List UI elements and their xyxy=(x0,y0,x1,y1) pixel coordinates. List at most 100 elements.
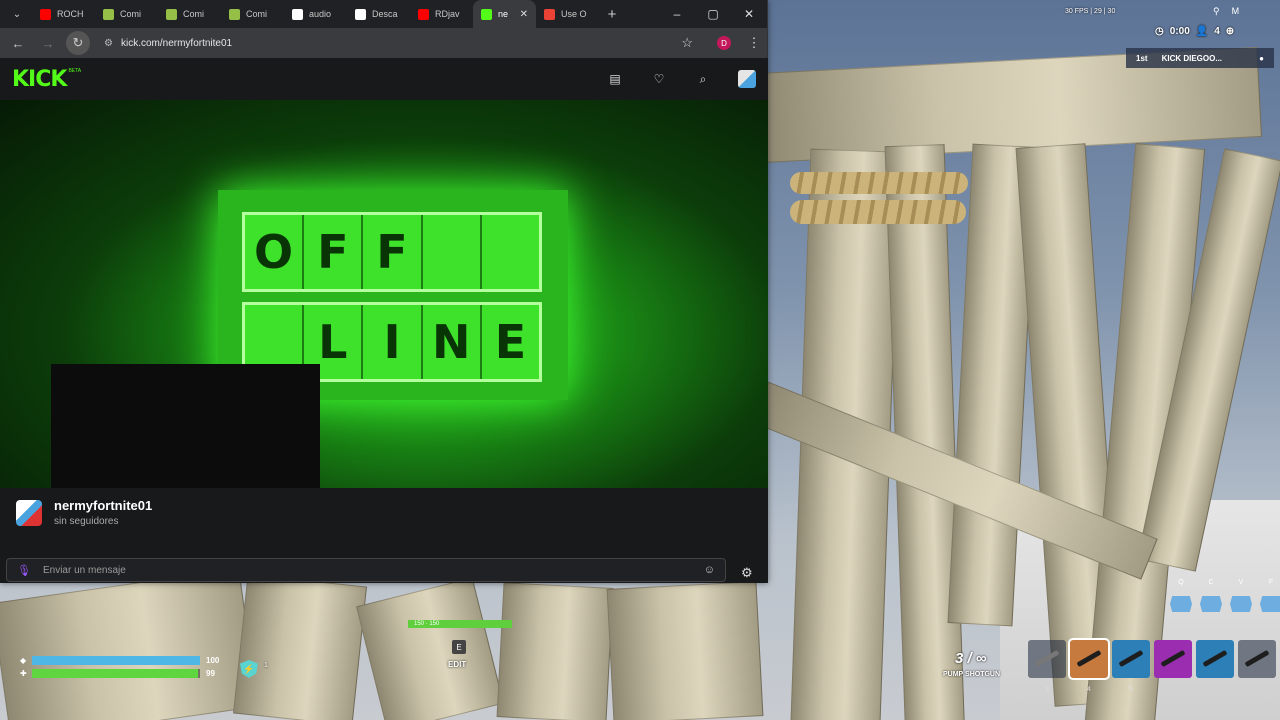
record-icon: ● xyxy=(1259,53,1264,63)
tab-7[interactable]: ne ✕ xyxy=(473,0,536,28)
close-tab-icon[interactable]: ✕ xyxy=(520,9,528,20)
tab-label: Comi xyxy=(246,9,268,19)
tab-2[interactable]: Comi xyxy=(158,0,221,28)
offline-sign-letter: I xyxy=(363,305,423,379)
redacted-overlay xyxy=(51,364,320,488)
build-slot xyxy=(1230,552,1252,568)
browse-icon[interactable]: ▤ xyxy=(606,72,624,86)
hotbar-slot-smg[interactable] xyxy=(1196,640,1234,678)
timer-value: 0:00 xyxy=(1169,26,1190,37)
edit-key: E xyxy=(452,640,466,654)
gmail-icon xyxy=(544,8,555,20)
players-icon: 👤 xyxy=(1195,26,1209,37)
close-window-button[interactable]: ✕ xyxy=(731,0,767,28)
offline-sign-letter xyxy=(423,215,482,289)
search-icon[interactable]: ⌕ xyxy=(694,72,712,87)
browser-window: ⌄ ROCH Comi Comi Comi audio Desca RDjav ne ✕ Use … xyxy=(0,0,768,583)
shield-value: 100 xyxy=(206,655,220,665)
game-foreground-plank xyxy=(356,577,504,720)
hotbar-slot-launcher[interactable] xyxy=(1154,640,1192,678)
tab-6[interactable]: RDjav xyxy=(410,0,473,28)
offline-sign-letter xyxy=(482,215,539,289)
tab-5[interactable]: Desca xyxy=(347,0,410,28)
match-timer: ◷ 0:00 👤 4 ⊕ xyxy=(1155,26,1234,37)
build-key-q: Q xyxy=(1178,578,1184,586)
shield-small-icon: ◆ xyxy=(20,655,27,665)
watching-place: 1st xyxy=(1136,53,1148,63)
offline-sign-top-row: OFF xyxy=(242,212,542,292)
tab-label: audio xyxy=(309,9,332,19)
user-avatar[interactable] xyxy=(738,70,756,88)
address-bar[interactable]: ⚙ kick.com/nermyfortnite01 ☆ xyxy=(96,32,701,54)
tab-4[interactable]: audio xyxy=(284,0,347,28)
tab-3[interactable]: Comi xyxy=(221,0,284,28)
health-panel: ◆ 100 ✚ 99 xyxy=(20,655,270,681)
url-text[interactable]: kick.com/nermyfortnite01 xyxy=(121,38,232,49)
hotbar-slot-pickaxe[interactable]: 3 xyxy=(1028,640,1066,693)
tab-label: Comi xyxy=(183,9,205,19)
site-info-icon[interactable]: ⚙ xyxy=(104,38,113,49)
shopify-icon xyxy=(166,8,177,20)
tab-strip: ⌄ ROCH Comi Comi Comi audio Desca RDjav ne ✕ Use … xyxy=(0,0,767,28)
video-player[interactable]: OFF LINE xyxy=(0,100,768,488)
build-slot xyxy=(1200,552,1222,568)
map-key-label: M xyxy=(1231,6,1240,16)
hud-top-right: ⚲ M xyxy=(1213,6,1239,17)
kick-header: KICK BETA ▤ ♡ ⌕ xyxy=(0,58,768,100)
chat-settings-gear-icon[interactable]: ⚙ xyxy=(741,565,753,581)
minimize-button[interactable]: – xyxy=(659,0,695,28)
tab-label: ROCH xyxy=(57,9,84,19)
hotbar-slot-extra[interactable] xyxy=(1238,640,1276,678)
forward-button[interactable]: → xyxy=(36,31,60,55)
shield-bar: ◆ 100 xyxy=(20,655,270,665)
tab-0[interactable]: ROCH xyxy=(32,0,95,28)
hotbar-slot-shotgun[interactable]: 4 xyxy=(1068,638,1110,693)
doc-icon xyxy=(355,8,366,20)
chat-input[interactable]: 🎙 Enviar un mensaje ☺ xyxy=(6,558,726,582)
browser-toolbar: ← → ↻ ⚙ kick.com/nermyfortnite01 ☆ D ⋮ xyxy=(0,28,767,58)
tabs: ROCH Comi Comi Comi audio Desca RDjav ne ✕ Use O xyxy=(32,0,599,28)
game-rope xyxy=(790,200,966,224)
google-icon xyxy=(292,8,303,20)
tab-8[interactable]: Use O xyxy=(536,0,599,28)
tab-label: Desca xyxy=(372,9,398,19)
tab-1[interactable]: Comi xyxy=(95,0,158,28)
tab-label: Comi xyxy=(120,9,142,19)
tab-search-icon[interactable]: ⌄ xyxy=(6,3,28,25)
build-cone-icon xyxy=(1260,596,1280,612)
material-bar: 150 · 150 xyxy=(408,620,512,628)
profile-avatar[interactable]: D xyxy=(717,36,731,50)
bookmark-star-icon[interactable]: ☆ xyxy=(681,35,693,51)
window-controls: – ▢ ✕ xyxy=(659,0,767,28)
watching-name: KICK DIEGOO... xyxy=(1161,53,1223,63)
game-foreground-plank xyxy=(233,574,367,720)
chat-placeholder[interactable]: Enviar un mensaje xyxy=(43,565,126,576)
emoji-icon[interactable]: ☺ xyxy=(704,564,715,576)
map-pin-icon: ⚲ xyxy=(1213,6,1220,16)
build-key-c: C xyxy=(1208,578,1214,586)
edit-label: EDIT xyxy=(448,660,467,669)
game-rope xyxy=(790,172,968,194)
offline-sign-letter: O xyxy=(245,215,305,289)
kick-icon xyxy=(481,8,492,20)
offline-sign-letter: F xyxy=(304,215,364,289)
kick-header-icons: ▤ ♡ ⌕ xyxy=(606,58,756,100)
players-count: 4 xyxy=(1214,26,1220,37)
following-heart-icon[interactable]: ♡ xyxy=(650,72,668,86)
maximize-button[interactable]: ▢ xyxy=(695,0,731,28)
game-foreground-plank xyxy=(496,582,614,720)
browser-menu-icon[interactable]: ⋮ xyxy=(747,35,761,51)
new-tab-button[interactable]: + xyxy=(599,6,625,23)
channel-avatar[interactable] xyxy=(16,499,42,526)
health-value: 99 xyxy=(206,668,215,678)
mic-icon[interactable]: 🎙 xyxy=(17,564,31,577)
hotbar-slot-rifle[interactable]: 5 xyxy=(1112,640,1150,693)
channel-info: nermyfortnite01 sin seguidores xyxy=(16,498,152,527)
channel-name[interactable]: nermyfortnite01 xyxy=(54,498,152,513)
reload-button[interactable]: ↻ xyxy=(66,31,90,55)
back-button[interactable]: ← xyxy=(6,31,30,55)
crosshair-icon: ⊕ xyxy=(1225,26,1235,37)
kick-logo[interactable]: KICK xyxy=(12,67,67,92)
offline-sign-letter: F xyxy=(363,215,423,289)
build-slot xyxy=(1170,552,1192,568)
